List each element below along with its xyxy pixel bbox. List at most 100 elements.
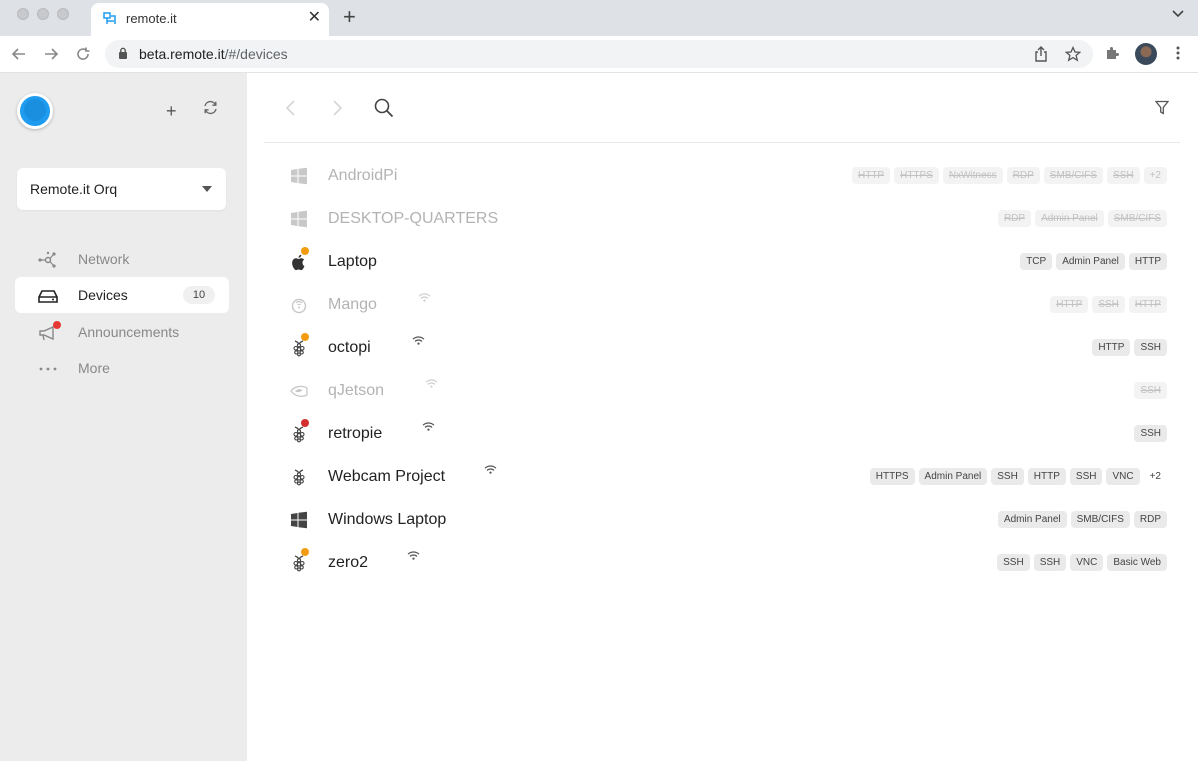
service-chip[interactable]: SMB/CIFS	[1070, 511, 1130, 528]
windows-icon	[291, 511, 307, 529]
device-name: DESKTOP-QUARTERS	[328, 210, 499, 227]
wifi-icon	[407, 551, 420, 560]
device-row[interactable]: Webcam Project HTTPS Admin Panel SSH HTT…	[281, 456, 1167, 499]
bookmark-star-icon[interactable]	[1065, 46, 1081, 62]
service-chip[interactable]: SSH	[997, 554, 1030, 571]
wifi-icon	[422, 422, 435, 431]
device-row[interactable]: retropie SSH	[281, 413, 1167, 456]
service-chip[interactable]: Admin Panel	[918, 468, 988, 485]
organization-name: Remote.it Orq	[30, 181, 118, 197]
service-chip[interactable]: RDP	[997, 210, 1032, 227]
device-name: Windows Laptop	[328, 511, 447, 528]
device-row[interactable]: DESKTOP-QUARTERS RDP Admin Panel SMB/CIF…	[281, 198, 1167, 241]
service-chip[interactable]: RDP	[1133, 511, 1167, 528]
service-chip[interactable]: SSH	[1134, 425, 1167, 442]
tab-search-chevron-icon[interactable]	[1172, 10, 1184, 18]
dropdown-caret-icon	[202, 186, 212, 192]
service-chip[interactable]: VNC	[1070, 554, 1104, 571]
status-dot	[301, 247, 309, 255]
device-name: octopi	[328, 339, 371, 356]
forward-chevron-icon[interactable]	[330, 99, 344, 117]
search-icon[interactable]	[374, 98, 394, 118]
service-chip[interactable]: SSH	[1134, 382, 1167, 399]
network-icon	[38, 251, 56, 268]
more-services-count[interactable]: +2	[1143, 167, 1167, 184]
browser-tabstrip: remote.it ✕ +	[0, 0, 1198, 36]
service-chip[interactable]: SSH	[1107, 167, 1140, 184]
browser-menu-icon[interactable]	[1176, 45, 1180, 61]
device-row[interactable]: Mango HTTP SSH HTTP	[281, 284, 1167, 327]
window-close-button[interactable]	[17, 8, 29, 20]
service-chip[interactable]: SSH	[1033, 554, 1067, 571]
add-icon[interactable]: +	[166, 101, 177, 122]
address-bar[interactable]: beta.remote.it/#/devices	[105, 40, 1093, 68]
new-tab-button[interactable]: +	[343, 6, 356, 28]
service-chip[interactable]: TCP	[1020, 253, 1053, 270]
sidebar: + Remote.it Orq Network Devices 10 Annou…	[0, 73, 247, 761]
service-chip[interactable]: RDP	[1006, 167, 1040, 184]
service-chip[interactable]: SSH	[991, 468, 1024, 485]
device-row[interactable]: qJetson SSH	[281, 370, 1167, 413]
sidebar-item-more[interactable]: More	[15, 350, 229, 386]
browser-tab[interactable]: remote.it ✕	[91, 3, 329, 36]
service-chip[interactable]: Admin Panel	[1056, 253, 1125, 270]
raspberry-pi-icon	[293, 469, 305, 486]
user-avatar[interactable]	[17, 93, 53, 129]
device-row[interactable]: Windows Laptop Admin Panel SMB/CIFS RDP	[281, 499, 1167, 542]
back-chevron-icon[interactable]	[284, 99, 298, 117]
wifi-icon	[484, 465, 497, 474]
service-chip[interactable]: SMB/CIFS	[1043, 167, 1104, 184]
sidebar-item-announcements[interactable]: Announcements	[15, 314, 229, 350]
service-chip[interactable]: Admin Panel	[997, 511, 1067, 528]
service-chip[interactable]: SSH	[1092, 296, 1125, 313]
device-row[interactable]: AndroidPi HTTP HTTPS NxWitness RDP SMB/C…	[281, 155, 1167, 198]
service-list: HTTP SSH	[1092, 339, 1167, 356]
device-name: Webcam Project	[328, 468, 446, 485]
service-chip[interactable]: Admin Panel	[1035, 210, 1104, 227]
extensions-puzzle-icon[interactable]	[1104, 45, 1120, 61]
raspberry-pi-icon	[293, 555, 305, 572]
remoteit-favicon-icon	[103, 12, 116, 24]
device-row[interactable]: octopi HTTP SSH	[281, 327, 1167, 370]
service-chip[interactable]: HTTP	[1050, 296, 1089, 313]
sidebar-item-label: Network	[78, 251, 130, 267]
service-chip[interactable]: HTTP	[1092, 339, 1131, 356]
service-chip[interactable]: VNC	[1106, 468, 1140, 485]
service-chip[interactable]: HTTP	[1128, 296, 1167, 313]
service-chip[interactable]: SSH	[1069, 468, 1103, 485]
service-list: RDP Admin Panel SMB/CIFS	[997, 210, 1167, 227]
service-chip[interactable]: Basic Web	[1107, 554, 1167, 571]
window-zoom-button[interactable]	[57, 8, 69, 20]
share-icon[interactable]	[1034, 46, 1048, 62]
forward-arrow-icon[interactable]	[42, 45, 60, 63]
windows-icon	[291, 210, 307, 228]
devices-count-badge: 10	[183, 286, 215, 304]
service-chip[interactable]: SMB/CIFS	[1107, 210, 1167, 227]
service-chip[interactable]: HTTP	[1027, 468, 1066, 485]
service-chip[interactable]: HTTP	[851, 167, 891, 184]
more-icon	[39, 367, 57, 371]
filter-icon[interactable]	[1155, 100, 1169, 115]
reload-icon[interactable]	[74, 45, 92, 63]
tab-close-icon[interactable]: ✕	[308, 9, 321, 27]
service-chip[interactable]: SSH	[1134, 339, 1167, 356]
profile-avatar[interactable]	[1135, 43, 1157, 65]
service-chip[interactable]: HTTPS	[869, 468, 915, 485]
lock-icon	[119, 47, 127, 59]
refresh-icon[interactable]	[203, 100, 218, 115]
sidebar-item-devices[interactable]: Devices 10	[15, 277, 229, 313]
service-chip[interactable]: HTTP	[1128, 253, 1167, 270]
device-name: Mango	[328, 296, 377, 313]
more-services-count[interactable]: +2	[1144, 468, 1167, 485]
device-row[interactable]: zero2 SSH SSH VNC Basic Web	[281, 542, 1167, 585]
organization-select[interactable]: Remote.it Orq	[17, 168, 226, 210]
service-chip[interactable]: NxWitness	[942, 167, 1003, 184]
status-dot	[301, 548, 309, 556]
service-chip[interactable]: HTTPS	[894, 167, 939, 184]
service-list: SSH	[1134, 425, 1167, 442]
sidebar-item-network[interactable]: Network	[15, 241, 229, 277]
window-minimize-button[interactable]	[37, 8, 49, 20]
back-arrow-icon[interactable]	[10, 45, 28, 63]
device-name: retropie	[328, 425, 383, 442]
device-row[interactable]: Laptop TCP Admin Panel HTTP	[281, 241, 1167, 284]
